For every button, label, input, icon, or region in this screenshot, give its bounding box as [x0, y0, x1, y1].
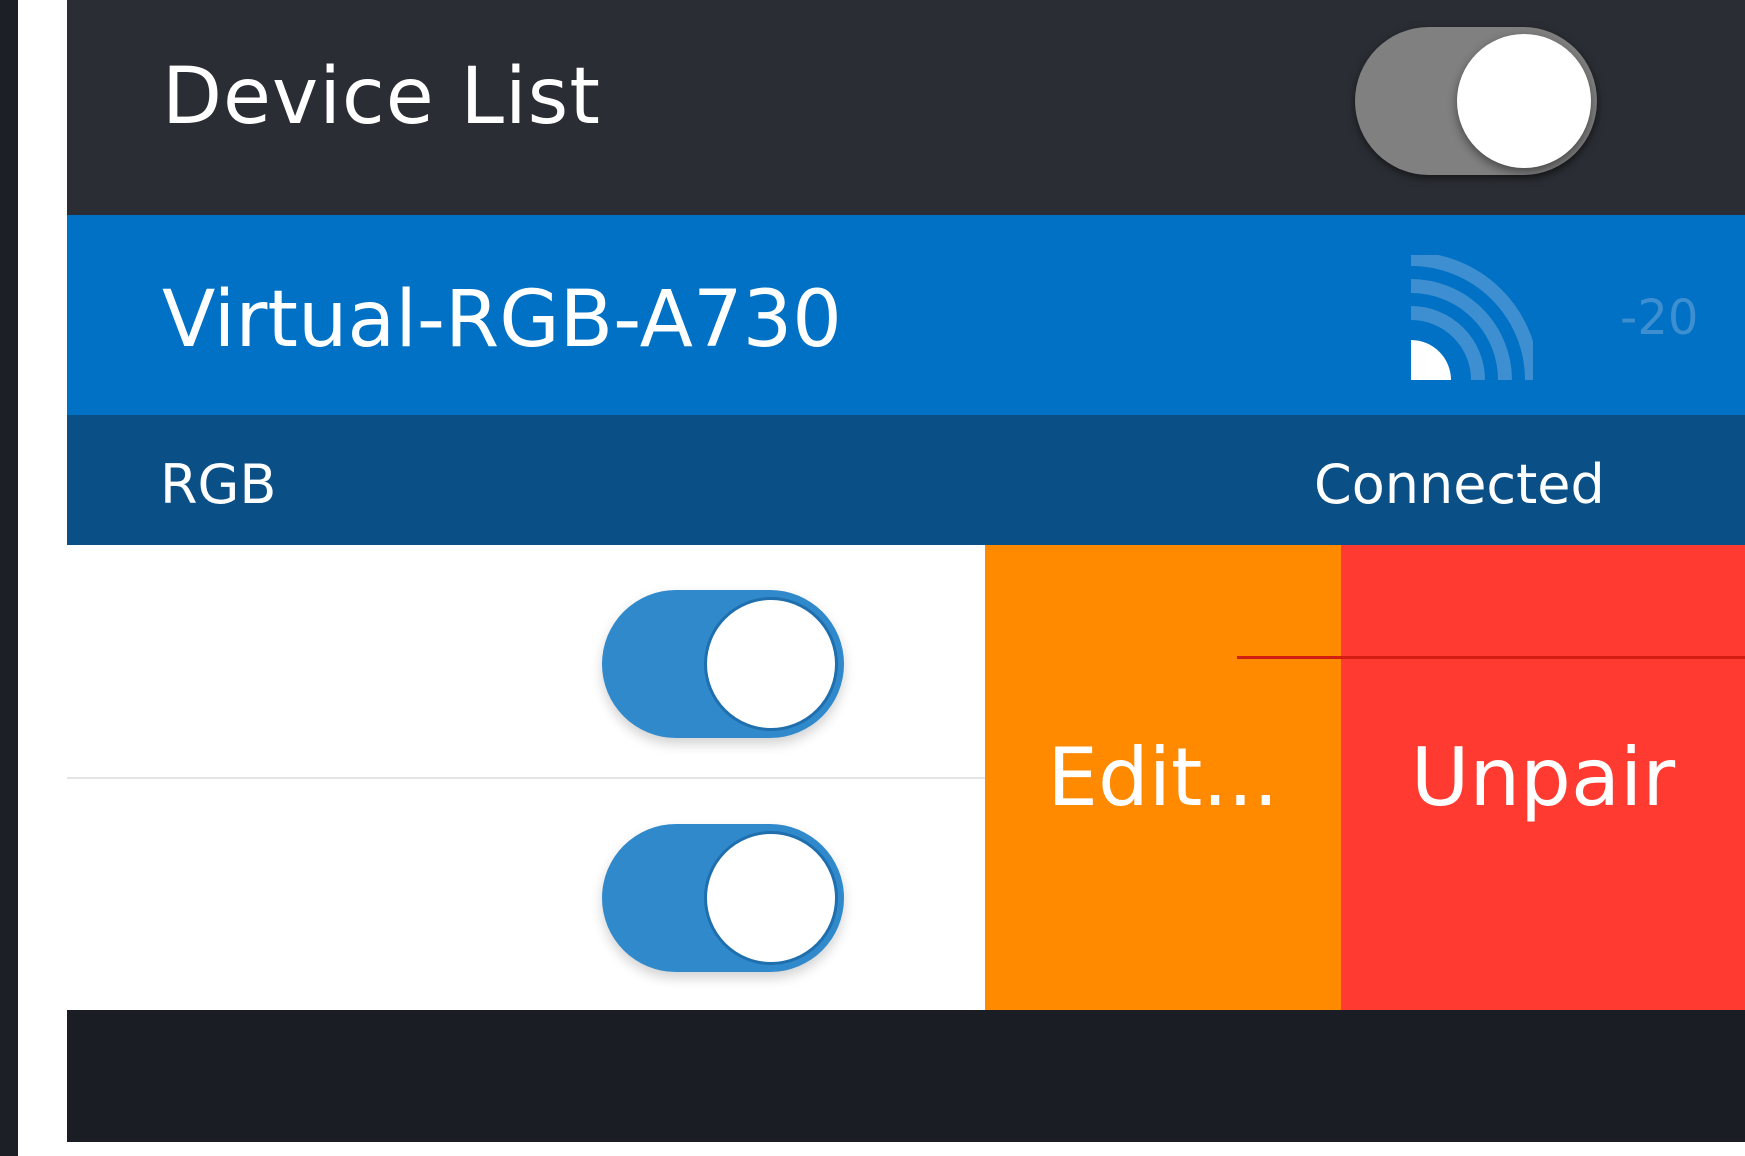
device-options — [67, 545, 985, 1010]
connection-status: Connected — [1314, 453, 1605, 516]
toggle-knob — [704, 597, 838, 731]
device-status-row: RGB Connected — [67, 415, 1745, 545]
edit-button-label: Edit... — [1047, 731, 1279, 824]
device-name: Virtual-RGB-A730 — [162, 275, 842, 365]
scan-toggle[interactable] — [1355, 27, 1597, 175]
device-type-label: RGB — [160, 453, 277, 516]
option-row — [67, 545, 985, 779]
signal-strength-icon — [1410, 255, 1533, 380]
option-toggle-2[interactable] — [602, 824, 844, 972]
footer-bar — [67, 1010, 1745, 1142]
header-bar: Device List — [67, 0, 1745, 215]
unpair-button-label: Unpair — [1410, 731, 1676, 824]
option-toggle-1[interactable] — [602, 590, 844, 738]
toggle-knob — [704, 831, 838, 965]
left-edge-strip — [0, 0, 18, 1156]
device-row[interactable]: Virtual-RGB-A730 -20 — [67, 215, 1745, 415]
toggle-knob — [1457, 34, 1591, 168]
rssi-value: -20 — [1620, 290, 1699, 346]
unpair-button[interactable]: Unpair — [1341, 545, 1745, 1010]
swipe-gesture-line — [1237, 656, 1745, 659]
page-title: Device List — [162, 52, 601, 142]
edit-button[interactable]: Edit... — [985, 545, 1341, 1010]
device-list-screen: Device List Virtual-RGB-A730 -20 RGB Con… — [67, 0, 1745, 1142]
option-row — [67, 779, 985, 1011]
